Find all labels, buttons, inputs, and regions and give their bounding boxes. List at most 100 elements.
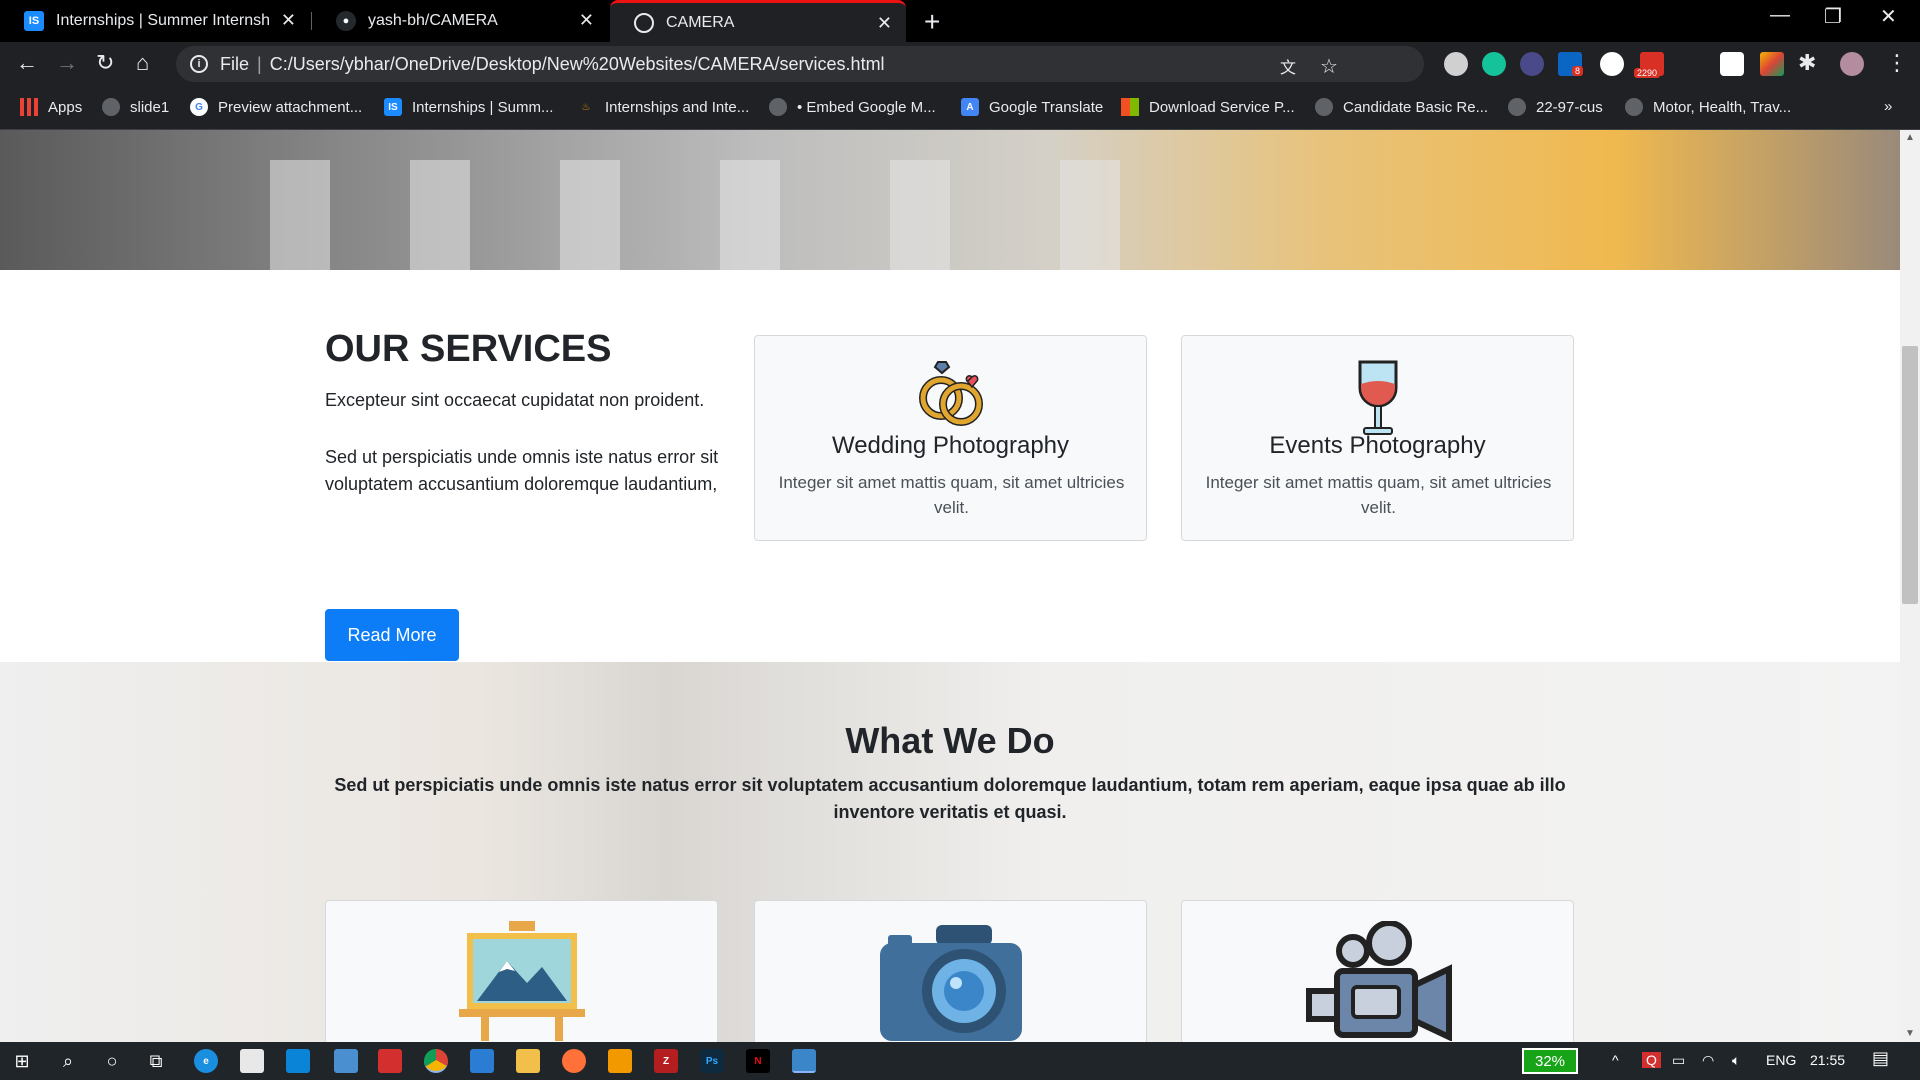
- address-bar[interactable]: i File | C:/Users/ybhar/OneDrive/Desktop…: [176, 46, 1424, 82]
- bookmark-slide1[interactable]: slide1: [102, 98, 169, 116]
- netflix-icon[interactable]: N: [746, 1049, 770, 1073]
- restore-button[interactable]: ❐: [1824, 4, 1842, 29]
- browser-toolbar: ← → ↻ ⌂ i File | C:/Users/ybhar/OneDrive…: [0, 42, 1920, 88]
- bookmark-candidate-basic[interactable]: Candidate Basic Re...: [1315, 98, 1488, 116]
- bookmark-google-translate[interactable]: A Google Translate: [961, 98, 1103, 116]
- bookmarks-bar: Apps slide1 G Preview attachment... IS I…: [0, 88, 1920, 130]
- hero-image: [0, 130, 1900, 270]
- anydesk-icon[interactable]: [378, 1049, 402, 1073]
- network-drive-icon[interactable]: [334, 1049, 358, 1073]
- read-more-button[interactable]: Read More: [325, 609, 459, 661]
- photos-icon[interactable]: [792, 1049, 816, 1073]
- vscode-icon[interactable]: [470, 1049, 494, 1073]
- bookmarks-overflow-icon[interactable]: »: [1884, 98, 1892, 115]
- clock[interactable]: 21:55: [1810, 1052, 1845, 1068]
- camera-extension-icon[interactable]: [1720, 52, 1744, 76]
- profile-avatar[interactable]: [1840, 52, 1864, 76]
- bookmark-apps[interactable]: Apps: [20, 98, 82, 116]
- tab-github[interactable]: ● yash-bh/CAMERA ✕: [312, 0, 608, 42]
- globe-icon: [1315, 98, 1333, 116]
- speed-gauge-icon[interactable]: [1600, 52, 1624, 76]
- color-picker-icon[interactable]: [1760, 52, 1784, 76]
- minimize-button[interactable]: —: [1770, 4, 1790, 27]
- bookmark-star-icon[interactable]: ☆: [1320, 54, 1338, 79]
- microsoft-icon: [1121, 98, 1139, 116]
- bookmark-label: Internships and Inte...: [605, 98, 750, 116]
- bookmark-download-service[interactable]: Download Service P...: [1121, 98, 1295, 116]
- bookmark-label: Google Translate: [989, 98, 1104, 116]
- google-icon: G: [190, 98, 208, 116]
- what-we-do-card[interactable]: [325, 900, 718, 1042]
- home-button[interactable]: ⌂: [136, 50, 149, 76]
- url-divider: |: [257, 53, 262, 74]
- notifications-icon[interactable]: ▤: [1872, 1048, 1889, 1069]
- task-view-icon[interactable]: ⧉: [144, 1049, 168, 1073]
- url-text[interactable]: C:/Users/ybhar/OneDrive/Desktop/New%20We…: [270, 54, 885, 75]
- wifi-icon[interactable]: ◠: [1702, 1052, 1714, 1069]
- services-section: OUR SERVICES Excepteur sint occaecat cup…: [0, 270, 1900, 662]
- internshala-icon: IS: [384, 98, 402, 116]
- extension-eyes-icon[interactable]: [1520, 52, 1544, 76]
- scroll-down-arrow-icon[interactable]: ▼: [1905, 1028, 1915, 1039]
- bookmark-label: Download Service P...: [1149, 98, 1295, 116]
- bookmark-preview-attachment[interactable]: G Preview attachment...: [190, 98, 362, 116]
- filezilla-icon[interactable]: Z: [654, 1049, 678, 1073]
- mail-app-icon[interactable]: [286, 1049, 310, 1073]
- photoshop-icon[interactable]: Ps: [700, 1049, 724, 1073]
- tab-internships[interactable]: IS Internships | Summer Internship ✕: [0, 0, 310, 42]
- what-we-do-card[interactable]: [754, 900, 1147, 1042]
- extension-circle-icon[interactable]: [1444, 52, 1468, 76]
- hero-decor: [1060, 160, 1120, 270]
- what-we-do-lead: Sed ut perspiciatis unde omnis iste natu…: [334, 775, 1566, 822]
- bookmark-motor-health[interactable]: Motor, Health, Trav...: [1625, 98, 1791, 116]
- sublime-text-icon[interactable]: [608, 1049, 632, 1073]
- bookmark-label: Preview attachment...: [218, 98, 363, 116]
- quick-heal-icon[interactable]: Q: [1642, 1052, 1661, 1068]
- grammarly-icon[interactable]: [1482, 52, 1506, 76]
- extensions-puzzle-icon[interactable]: ✱: [1798, 50, 1816, 76]
- bookmark-embed-google-maps[interactable]: • Embed Google M...: [769, 98, 936, 116]
- wedding-photography-card[interactable]: Wedding Photography Integer sit amet mat…: [754, 335, 1147, 541]
- language-indicator[interactable]: ENG: [1766, 1052, 1796, 1068]
- search-icon[interactable]: ⌕: [56, 1049, 80, 1073]
- forward-button[interactable]: →: [56, 50, 78, 76]
- close-window-button[interactable]: ✕: [1880, 4, 1897, 29]
- back-button[interactable]: ←: [16, 50, 38, 76]
- scrollbar-thumb[interactable]: [1902, 346, 1918, 604]
- services-heading: OUR SERVICES: [325, 328, 612, 370]
- hero-decor: [890, 160, 950, 270]
- site-info-icon[interactable]: i: [190, 55, 208, 73]
- reload-button[interactable]: ↻: [96, 50, 114, 76]
- file-explorer-icon[interactable]: [516, 1049, 540, 1073]
- windows-start-icon[interactable]: ⊞: [10, 1049, 34, 1073]
- new-tab-button[interactable]: +: [924, 6, 940, 38]
- firefox-icon[interactable]: [562, 1049, 586, 1073]
- volume-icon[interactable]: 🔈︎: [1732, 1052, 1740, 1069]
- bookmark-22-97-cus[interactable]: 22-97-cus: [1508, 98, 1603, 116]
- battery-tray-icon[interactable]: ▭: [1672, 1052, 1685, 1069]
- tab-title: CAMERA: [666, 13, 735, 31]
- flame-icon: ♨: [581, 101, 591, 113]
- close-tab-icon[interactable]: ✕: [877, 13, 892, 34]
- translate-icon[interactable]: 文: [1280, 54, 1296, 78]
- battery-indicator[interactable]: 32%: [1522, 1048, 1578, 1074]
- chrome-menu-icon[interactable]: ⋮: [1886, 50, 1908, 76]
- bookmark-label: Apps: [48, 98, 83, 116]
- scroll-up-arrow-icon[interactable]: ▲: [1905, 132, 1915, 143]
- show-hidden-icons-icon[interactable]: ^: [1612, 1052, 1619, 1068]
- store-icon[interactable]: [240, 1049, 264, 1073]
- tab-strip: IS Internships | Summer Internship ✕ ● y…: [0, 0, 1920, 42]
- cortana-icon[interactable]: ○: [100, 1049, 124, 1073]
- bookmark-label: Candidate Basic Re...: [1343, 98, 1489, 116]
- what-we-do-card[interactable]: [1181, 900, 1574, 1042]
- chrome-icon[interactable]: [424, 1049, 448, 1073]
- edge-icon[interactable]: e: [194, 1049, 218, 1073]
- bookmark-internships-summer[interactable]: IS Internships | Summ...: [384, 98, 553, 116]
- close-tab-icon[interactable]: ✕: [579, 10, 594, 31]
- bookmark-internships-and-inte[interactable]: ♨ Internships and Inte...: [577, 98, 750, 116]
- tab-camera[interactable]: CAMERA ✕: [610, 0, 906, 42]
- page-scrollbar[interactable]: ▲ ▼: [1900, 130, 1920, 1042]
- globe-icon: [102, 98, 120, 116]
- events-photography-card[interactable]: Events Photography Integer sit amet matt…: [1181, 335, 1574, 541]
- close-tab-icon[interactable]: ✕: [281, 10, 296, 31]
